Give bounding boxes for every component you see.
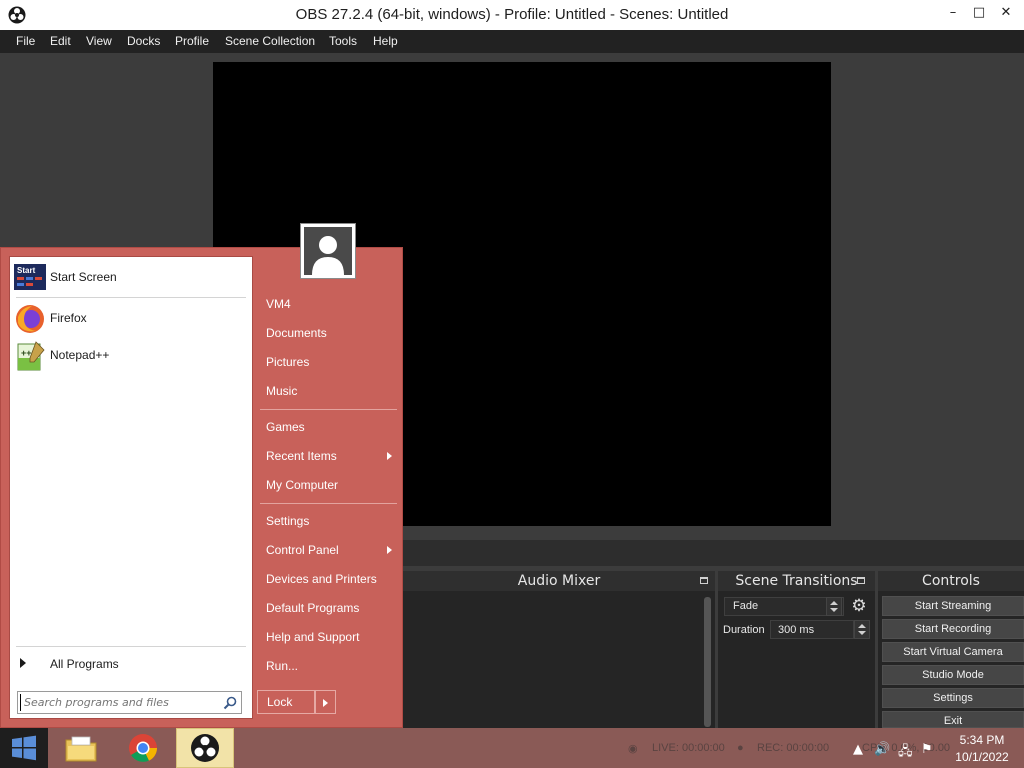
start-item-default-programs[interactable]: Default Programs bbox=[260, 596, 398, 620]
gear-icon[interactable]: ⚙ bbox=[850, 597, 868, 615]
obs-icon bbox=[191, 734, 219, 762]
network-icon[interactable]: 🖧 bbox=[898, 742, 913, 764]
start-screen-label: Start Screen bbox=[50, 270, 117, 284]
taskbar-file-explorer[interactable] bbox=[52, 728, 110, 768]
clock-time[interactable]: 5:34 PM bbox=[955, 733, 1009, 747]
recent-items-label: Recent Items bbox=[266, 449, 337, 463]
chevron-right-icon bbox=[387, 452, 392, 460]
rec-indicator-icon: ● bbox=[737, 742, 744, 754]
chrome-icon bbox=[129, 734, 157, 762]
start-item-my-computer[interactable]: My Computer bbox=[260, 473, 398, 497]
duration-input[interactable]: 300 ms bbox=[770, 620, 854, 639]
duration-label: Duration bbox=[723, 624, 765, 636]
audio-mixer-title: Audio Mixer bbox=[403, 571, 715, 591]
notepadpp-label: Notepad++ bbox=[50, 348, 110, 362]
start-item-settings[interactable]: Settings bbox=[260, 509, 398, 533]
taskbar-chrome[interactable] bbox=[114, 728, 172, 768]
lock-button[interactable]: Lock bbox=[257, 690, 315, 714]
all-programs-label: All Programs bbox=[50, 657, 119, 671]
start-item-vm4[interactable]: VM4 bbox=[260, 292, 398, 316]
search-input[interactable] bbox=[20, 694, 216, 711]
lock-options-button[interactable] bbox=[315, 690, 336, 714]
start-item-documents[interactable]: Documents bbox=[260, 321, 398, 345]
separator bbox=[16, 297, 246, 298]
live-indicator-icon: ◉ bbox=[628, 743, 638, 755]
menu-tools[interactable]: Tools bbox=[329, 34, 357, 48]
settings-button[interactable]: Settings bbox=[882, 688, 1024, 708]
start-streaming-button[interactable]: Start Streaming bbox=[882, 596, 1024, 616]
user-avatar[interactable] bbox=[300, 223, 356, 279]
scene-transitions-title: Scene Transitions bbox=[718, 571, 875, 591]
search-icon[interactable] bbox=[223, 696, 237, 710]
start-button[interactable] bbox=[0, 728, 48, 768]
separator bbox=[16, 646, 246, 647]
start-screen-item[interactable]: Start Start Screen bbox=[10, 260, 252, 296]
chevron-up-icon bbox=[830, 601, 838, 605]
user-icon bbox=[304, 227, 352, 275]
minimize-button[interactable]: – bbox=[943, 3, 963, 23]
menu-view[interactable]: View bbox=[86, 34, 112, 48]
chevron-right-icon bbox=[323, 699, 328, 707]
menu-help[interactable]: Help bbox=[373, 34, 398, 48]
live-status: LIVE: 00:00:00 bbox=[652, 742, 725, 754]
start-search-box[interactable] bbox=[17, 691, 242, 714]
audio-mixer-panel bbox=[403, 591, 715, 728]
rec-status: REC: 00:00:00 bbox=[757, 742, 830, 754]
windows-logo-icon bbox=[12, 735, 36, 761]
separator bbox=[260, 409, 397, 410]
svg-text:Start: Start bbox=[17, 266, 36, 275]
menu-scene-collection[interactable]: Scene Collection bbox=[225, 34, 315, 48]
firefox-item[interactable]: Firefox bbox=[10, 301, 252, 337]
separator bbox=[260, 503, 397, 504]
taskbar-obs[interactable] bbox=[176, 728, 234, 768]
menu-edit[interactable]: Edit bbox=[50, 34, 71, 48]
chevron-down-icon bbox=[858, 631, 866, 635]
start-menu-programs-pane: Start Start Screen Firefox ++ Notepad++ … bbox=[9, 256, 253, 719]
scene-transitions-float-icon[interactable] bbox=[857, 577, 865, 584]
control-panel-label: Control Panel bbox=[266, 543, 339, 557]
file-explorer-icon bbox=[65, 736, 97, 762]
notepadpp-icon: ++ bbox=[17, 341, 45, 371]
volume-icon[interactable]: 🔊 bbox=[874, 742, 890, 757]
menu-docks[interactable]: Docks bbox=[127, 34, 160, 48]
chevron-down-icon bbox=[830, 608, 838, 612]
start-item-control-panel[interactable]: Control Panel bbox=[260, 538, 398, 562]
menu-file[interactable]: File bbox=[16, 34, 35, 48]
start-recording-button[interactable]: Start Recording bbox=[882, 619, 1024, 639]
title-bar: OBS 27.2.4 (64-bit, windows) - Profile: … bbox=[0, 0, 1024, 30]
start-item-music[interactable]: Music bbox=[260, 379, 398, 403]
start-item-pictures[interactable]: Pictures bbox=[260, 350, 398, 374]
exit-button[interactable]: Exit bbox=[882, 711, 1024, 728]
user-silhouette-icon bbox=[312, 236, 344, 275]
all-programs-item[interactable]: All Programs bbox=[10, 653, 252, 675]
clock-date[interactable]: 10/1/2022 bbox=[955, 750, 1009, 764]
chevron-up-icon bbox=[858, 624, 866, 628]
start-item-devices-printers[interactable]: Devices and Printers bbox=[260, 567, 398, 591]
start-item-run[interactable]: Run... bbox=[260, 654, 398, 678]
close-button[interactable]: ✕ bbox=[996, 3, 1016, 23]
chevron-right-icon bbox=[387, 546, 392, 554]
maximize-button[interactable]: □ bbox=[969, 3, 989, 23]
start-item-recent-items[interactable]: Recent Items bbox=[260, 444, 398, 468]
start-screen-icon: Start bbox=[14, 264, 46, 290]
firefox-icon bbox=[16, 305, 44, 333]
tray-overflow-icon[interactable]: ▲ bbox=[853, 742, 863, 757]
start-item-games[interactable]: Games bbox=[260, 415, 398, 439]
studio-mode-button[interactable]: Studio Mode bbox=[882, 665, 1024, 685]
action-center-icon[interactable]: ⚑ bbox=[921, 742, 933, 757]
window-title: OBS 27.2.4 (64-bit, windows) - Profile: … bbox=[295, 6, 729, 23]
audio-mixer-float-icon[interactable] bbox=[700, 577, 708, 584]
menu-profile[interactable]: Profile bbox=[175, 34, 209, 48]
triangle-right-icon bbox=[20, 658, 26, 668]
audio-mixer-scrollbar[interactable] bbox=[704, 597, 711, 727]
controls-title: Controls bbox=[878, 571, 1024, 591]
firefox-label: Firefox bbox=[50, 311, 87, 325]
svg-text:++: ++ bbox=[21, 348, 32, 358]
menu-bar: File Edit View Docks Profile Scene Colle… bbox=[0, 30, 1024, 53]
duration-spinner[interactable] bbox=[854, 620, 870, 639]
notepadpp-item[interactable]: ++ Notepad++ bbox=[10, 338, 252, 374]
transition-select-spinner[interactable] bbox=[826, 597, 842, 616]
start-item-help-support[interactable]: Help and Support bbox=[260, 625, 398, 649]
start-virtual-camera-button[interactable]: Start Virtual Camera bbox=[882, 642, 1024, 662]
